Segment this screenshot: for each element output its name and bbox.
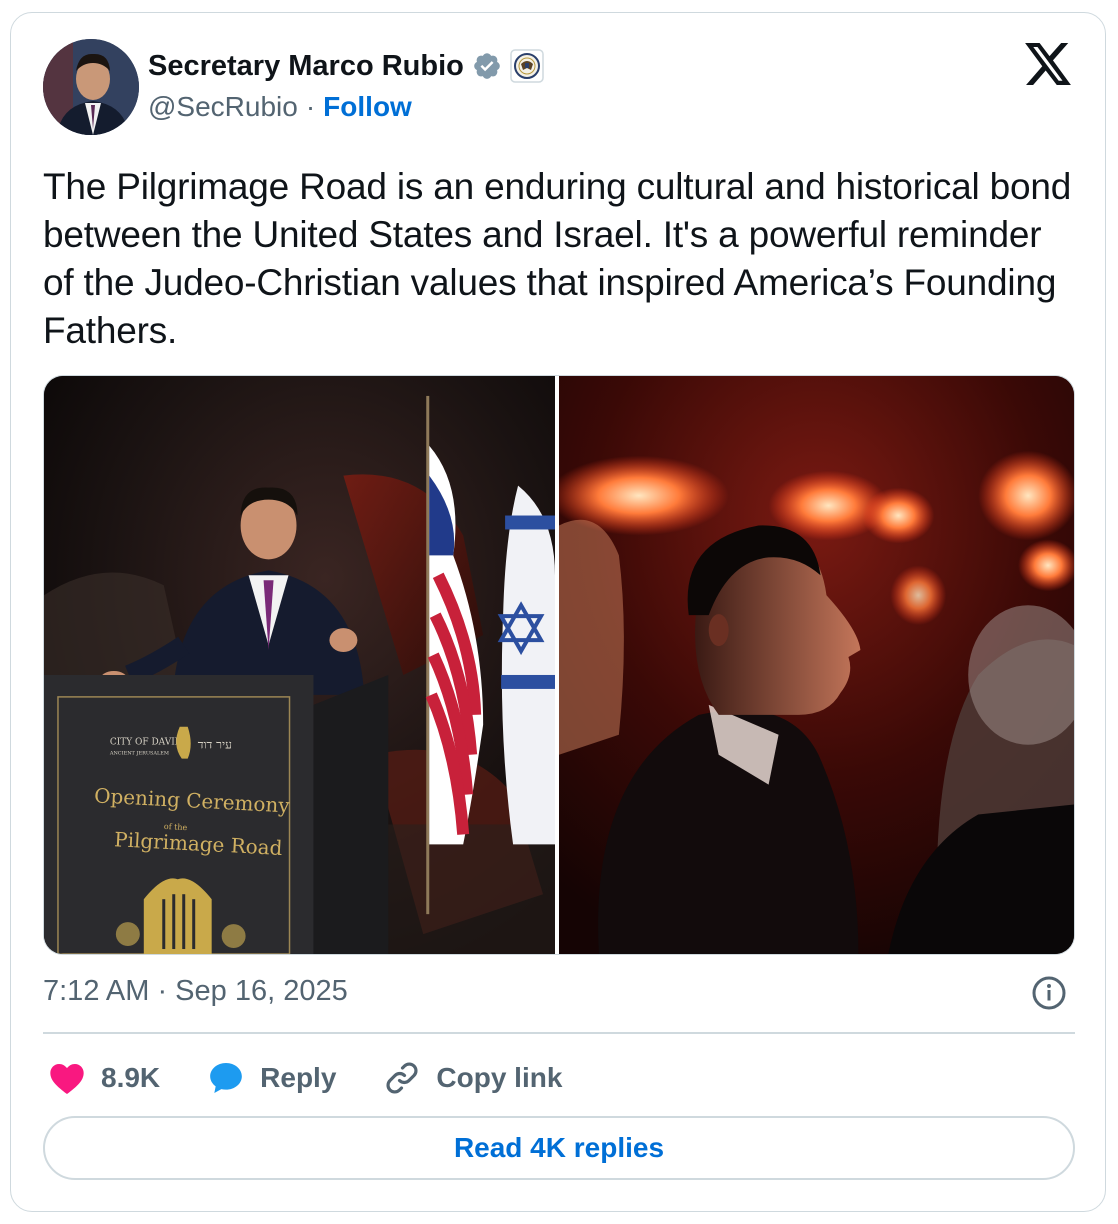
copy-link-button[interactable]: Copy link <box>382 1058 562 1098</box>
tweet-card: Secretary Marco Rubio @SecRubio · Follow… <box>10 12 1106 1212</box>
like-count: 8.9K <box>101 1062 161 1093</box>
photo-speaker-at-podium[interactable]: CITY OF DAVID ANCIENT JERUSALEM עיר דוד … <box>44 376 555 954</box>
link-icon <box>386 1062 418 1094</box>
x-logo-icon[interactable] <box>1025 43 1071 85</box>
like-button[interactable]: 8.9K <box>47 1058 160 1098</box>
reply-button[interactable]: Reply <box>206 1058 336 1098</box>
podium-ancient-jerusalem: ANCIENT JERUSALEM <box>109 751 169 757</box>
author-handle-row: @SecRubio · Follow <box>148 91 412 123</box>
author-name[interactable]: Secretary Marco Rubio <box>148 50 464 83</box>
verified-check-icon <box>474 53 500 79</box>
audience-candlelight-image <box>559 376 1074 954</box>
speaker-podium-image: CITY OF DAVID ANCIENT JERUSALEM עיר דוד … <box>44 376 555 954</box>
tweet-text: The Pilgrimage Road is an enduring cultu… <box>43 166 1072 351</box>
reply-label: Reply <box>260 1062 337 1093</box>
author-name-row: Secretary Marco Rubio <box>148 49 544 83</box>
read-replies-button[interactable]: Read 4K replies <box>43 1116 1075 1180</box>
tweet-timestamp[interactable]: 7:12 AM · Sep 16, 2025 <box>43 975 348 1008</box>
photo-audience-candlelight[interactable] <box>559 376 1074 954</box>
copy-link-label: Copy link <box>436 1062 563 1093</box>
separator-dot: · <box>305 91 316 122</box>
follow-button[interactable]: Follow <box>323 91 412 123</box>
heart-icon <box>50 1064 84 1094</box>
divider <box>43 1032 1075 1034</box>
reply-bubble-icon <box>210 1063 242 1093</box>
podium-hebrew: עיר דוד <box>198 738 232 752</box>
info-icon[interactable] <box>1031 975 1067 1011</box>
author-handle[interactable]: @SecRubio <box>148 91 298 123</box>
avatar[interactable] <box>43 39 139 135</box>
action-bar: 8.9K Reply Copy link <box>43 1053 562 1103</box>
media-grid: CITY OF DAVID ANCIENT JERUSALEM עיר דוד … <box>43 375 1075 955</box>
avatar-image <box>43 39 139 135</box>
state-department-seal-icon <box>510 49 544 83</box>
podium-city-of-david: CITY OF DAVID <box>110 738 182 748</box>
